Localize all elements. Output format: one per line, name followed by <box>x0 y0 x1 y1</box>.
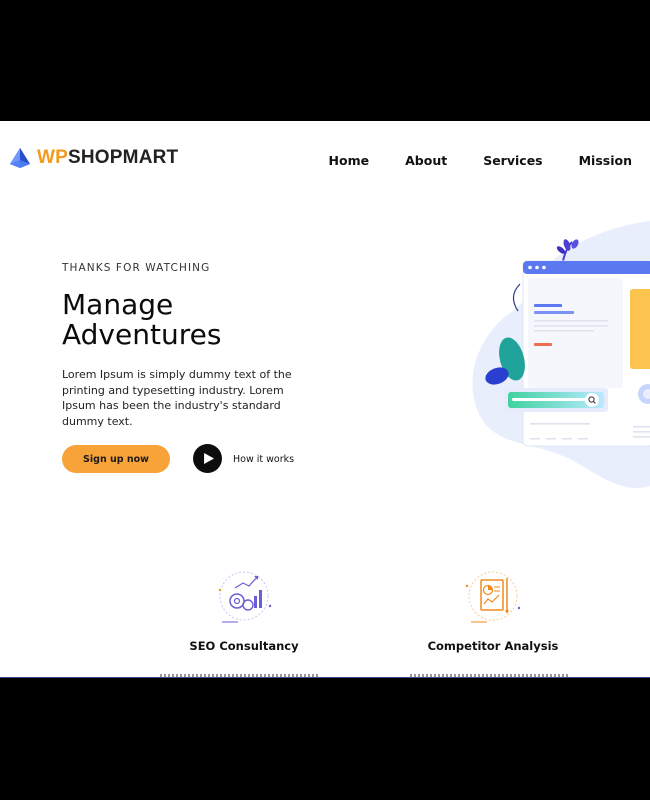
feature-seo: SEO Consultancy <box>169 566 319 653</box>
hero-description: Lorem Ipsum is simply dummy text of the … <box>62 368 292 428</box>
feature-competitor-title: Competitor Analysis <box>427 639 559 653</box>
feature-seo-title: SEO Consultancy <box>189 639 299 653</box>
main-nav: Home About Services Mission <box>329 153 632 168</box>
brand-suffix: SHOPMART <box>68 147 179 168</box>
play-video-button[interactable] <box>193 444 222 473</box>
nav-home[interactable]: Home <box>329 153 370 168</box>
page: WPSHOPMART Home About Services Mission T… <box>0 121 650 678</box>
play-icon <box>204 453 214 464</box>
signup-button[interactable]: Sign up now <box>62 445 170 473</box>
feature-seo-text-cutoff <box>160 674 320 677</box>
hero-headline-line1: Manage <box>62 288 174 321</box>
feature-competitor: Competitor Analysis <box>418 566 568 653</box>
hero-headline: Manage Adventures <box>62 290 221 350</box>
nav-about[interactable]: About <box>405 153 447 168</box>
seo-gears-chart-icon <box>218 571 272 623</box>
nav-services[interactable]: Services <box>483 153 542 168</box>
pyramid-logo-icon <box>10 148 30 168</box>
brand-name: WPSHOPMART <box>37 147 178 169</box>
hero-illustration <box>472 221 650 489</box>
nav-mission[interactable]: Mission <box>579 153 632 168</box>
feature-competitor-text-cutoff <box>410 674 570 677</box>
brand-prefix: WP <box>37 147 69 168</box>
hero-headline-line2: Adventures <box>62 318 222 351</box>
hero-eyebrow: THANKS FOR WATCHING <box>62 262 211 274</box>
brand-logo[interactable]: WPSHOPMART <box>8 146 178 170</box>
report-document-icon <box>465 571 521 623</box>
how-it-works-link[interactable]: How it works <box>233 454 294 465</box>
